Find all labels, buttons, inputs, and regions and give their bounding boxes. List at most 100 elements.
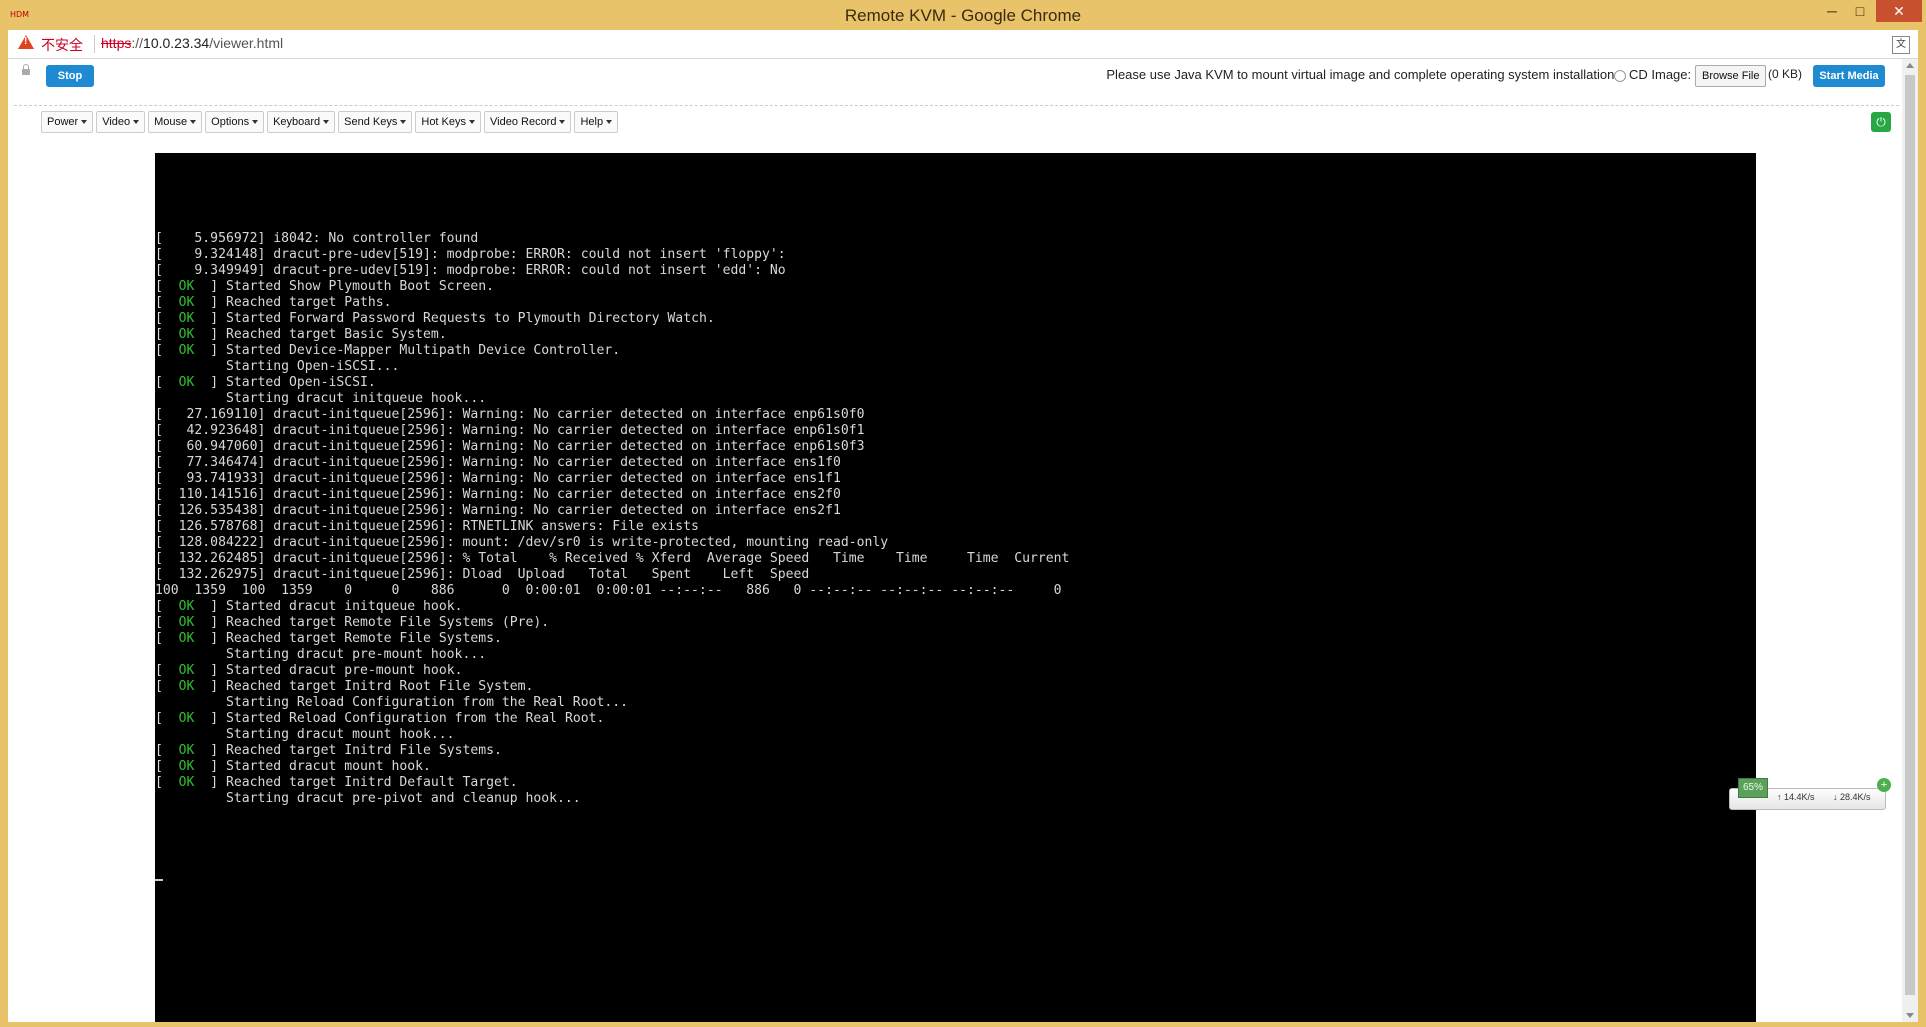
menu-video-record[interactable]: Video Record bbox=[484, 111, 572, 133]
address-bar[interactable]: 不安全 https://10.0.23.34/viewer.html 文 bbox=[8, 30, 1918, 59]
console-line-text: [ bbox=[155, 711, 179, 726]
menu-options[interactable]: Options bbox=[205, 111, 265, 133]
minimize-button[interactable]: ─ bbox=[1818, 0, 1846, 22]
caret-down-icon bbox=[81, 120, 88, 125]
url-scheme: https bbox=[101, 35, 132, 51]
kvm-viewer-page: Stop KVM Please use Java KVM to mount vi… bbox=[8, 59, 1918, 1022]
menu-options-label: Options bbox=[211, 116, 250, 128]
security-status[interactable]: 不安全 bbox=[41, 35, 83, 55]
scroll-down-icon[interactable] bbox=[1906, 1013, 1914, 1018]
console-line-text: [ bbox=[155, 295, 179, 310]
console-line-text: [ bbox=[155, 279, 179, 294]
menu-help[interactable]: Help bbox=[574, 111, 619, 133]
console-line-text: [ bbox=[155, 375, 179, 390]
console-line: [ OK ] Reached target Initrd File System… bbox=[155, 743, 502, 758]
console-line: [ OK ] Started dracut pre-mount hook. bbox=[155, 663, 462, 678]
console-line-text: [ 128.084222] dracut-initqueue[2596]: mo… bbox=[155, 535, 889, 550]
console-line-message: ] Started Reload Configuration from the … bbox=[194, 711, 605, 726]
console-output: [ 5.956972] i8042: No controller found [… bbox=[155, 231, 1069, 807]
stop-kvm-button[interactable]: Stop KVM bbox=[46, 65, 94, 104]
network-speed-widget[interactable]: 65% ↑ 14.4K/s ↓ 28.4K/s + bbox=[1729, 778, 1891, 810]
browse-file-button[interactable]: Browse File bbox=[1695, 65, 1767, 87]
menu-video-label: Video bbox=[102, 116, 131, 128]
console-line-text: [ bbox=[155, 343, 179, 358]
cd-image-label: CD Image: bbox=[1629, 67, 1692, 82]
caret-down-icon bbox=[559, 120, 566, 125]
power-icon[interactable]: ⏻ bbox=[1871, 112, 1891, 132]
add-icon[interactable]: + bbox=[1877, 778, 1891, 792]
menu-hot-keys[interactable]: Hot Keys bbox=[415, 111, 482, 133]
scrollbar-thumb[interactable] bbox=[1905, 75, 1915, 995]
console-line: [ OK ] Started Show Plymouth Boot Screen… bbox=[155, 279, 494, 294]
console-line: Starting Reload Configuration from the R… bbox=[155, 695, 628, 710]
caret-down-icon bbox=[190, 120, 197, 125]
menu-send-keys[interactable]: Send Keys bbox=[338, 111, 413, 133]
file-size-label: (0 KB) bbox=[1768, 67, 1803, 81]
console-line: [ OK ] Reached target Remote File System… bbox=[155, 631, 502, 646]
menu-bar: Power Video Mouse Options Keyboard Send … bbox=[41, 111, 621, 135]
console-line-message: ] Reached target Initrd Root File System… bbox=[194, 679, 534, 694]
url-separator: :// bbox=[131, 35, 144, 51]
console-line-text: [ bbox=[155, 663, 179, 678]
remote-console[interactable]: [ 5.956972] i8042: No controller found [… bbox=[155, 153, 1756, 1022]
console-line: 100 1359 100 1359 0 0 886 0 0:00:01 0:00… bbox=[155, 583, 1062, 598]
lock-icon[interactable] bbox=[22, 64, 30, 75]
ok-status: OK bbox=[178, 775, 195, 790]
console-line-text: [ bbox=[155, 327, 179, 342]
url-text[interactable]: https://10.0.23.34/viewer.html bbox=[101, 35, 283, 51]
menu-power-label: Power bbox=[47, 116, 79, 128]
menu-video[interactable]: Video bbox=[96, 111, 146, 133]
console-line: [ OK ] Reached target Remote File System… bbox=[155, 615, 549, 630]
ok-status: OK bbox=[178, 663, 195, 678]
console-line-text: Starting Open-iSCSI... bbox=[155, 359, 400, 374]
console-line-text: [ 110.141516] dracut-initqueue[2596]: Wa… bbox=[155, 487, 841, 502]
console-line-message: ] Reached target Basic System. bbox=[194, 327, 447, 342]
console-line-text: Starting dracut pre-mount hook... bbox=[155, 647, 487, 662]
ok-status: OK bbox=[178, 631, 195, 646]
console-line-text: [ bbox=[155, 759, 179, 774]
url-path: /viewer.html bbox=[209, 35, 284, 51]
console-line: Starting dracut pre-mount hook... bbox=[155, 647, 486, 662]
console-line: Starting dracut pre-pivot and cleanup ho… bbox=[155, 791, 581, 806]
console-line: [ 110.141516] dracut-initqueue[2596]: Wa… bbox=[155, 487, 841, 502]
cd-image-radio[interactable] bbox=[1614, 70, 1626, 82]
caret-down-icon bbox=[133, 120, 140, 125]
console-line-text: [ 42.923648] dracut-initqueue[2596]: War… bbox=[155, 423, 865, 438]
console-line: [ 5.956972] i8042: No controller found bbox=[155, 231, 478, 246]
url-host: 10.0.23.34 bbox=[143, 35, 210, 51]
download-speed: ↓ 28.4K/s bbox=[1833, 792, 1871, 802]
menu-keyboard[interactable]: Keyboard bbox=[267, 111, 336, 133]
console-line-text: 100 1359 100 1359 0 0 886 0 0:00:01 0:00… bbox=[155, 583, 1062, 598]
menu-keyboard-label: Keyboard bbox=[273, 116, 321, 128]
console-line-text: [ bbox=[155, 679, 179, 694]
console-line: [ 132.262485] dracut-initqueue[2596]: % … bbox=[155, 551, 1069, 566]
console-line: [ OK ] Reached target Initrd Default Tar… bbox=[155, 775, 518, 790]
console-line: [ OK ] Started Device-Mapper Multipath D… bbox=[155, 343, 620, 358]
menu-mouse[interactable]: Mouse bbox=[148, 111, 203, 133]
console-line-text: [ bbox=[155, 599, 179, 614]
console-line-text: [ bbox=[155, 775, 179, 790]
console-line: Starting Open-iSCSI... bbox=[155, 359, 399, 374]
ok-status: OK bbox=[178, 375, 195, 390]
caret-down-icon bbox=[606, 120, 613, 125]
maximize-button[interactable]: □ bbox=[1846, 0, 1874, 22]
menu-power[interactable]: Power bbox=[41, 111, 94, 133]
console-line: [ OK ] Started dracut initqueue hook. bbox=[155, 599, 462, 614]
start-media-button[interactable]: Start Media bbox=[1813, 65, 1885, 87]
translate-icon[interactable]: 文 bbox=[1892, 36, 1910, 54]
ok-status: OK bbox=[178, 615, 195, 630]
scroll-up-icon[interactable] bbox=[1906, 63, 1914, 68]
caret-down-icon bbox=[323, 120, 330, 125]
warning-icon[interactable] bbox=[18, 35, 34, 49]
console-line-message: ] Started dracut initqueue hook. bbox=[194, 599, 463, 614]
console-line-message: ] Reached target Remote File Systems (Pr… bbox=[194, 615, 550, 630]
console-line: [ 60.947060] dracut-initqueue[2596]: War… bbox=[155, 439, 864, 454]
close-button[interactable]: ✕ bbox=[1876, 0, 1922, 22]
console-line-text: [ 126.578768] dracut-initqueue[2596]: RT… bbox=[155, 519, 699, 534]
menu-video-record-label: Video Record bbox=[490, 116, 557, 128]
console-line-text: [ 60.947060] dracut-initqueue[2596]: War… bbox=[155, 439, 865, 454]
console-line: [ 27.169110] dracut-initqueue[2596]: War… bbox=[155, 407, 864, 422]
console-line: [ 9.324148] dracut-pre-udev[519]: modpro… bbox=[155, 247, 786, 262]
page-scrollbar[interactable] bbox=[1902, 59, 1918, 1022]
console-line: [ 126.578768] dracut-initqueue[2596]: RT… bbox=[155, 519, 699, 534]
